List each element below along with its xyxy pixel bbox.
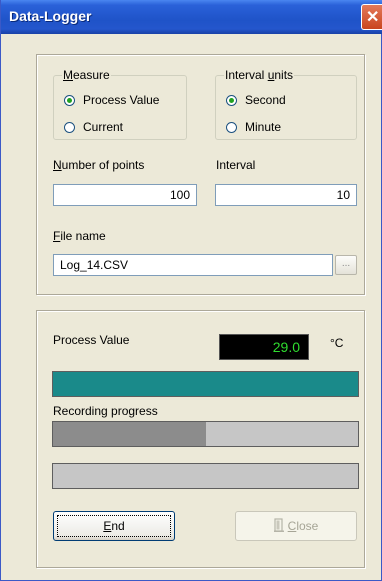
radio-process-value[interactable]: Process Value <box>64 92 159 108</box>
file-name-input[interactable]: Log_14.CSV <box>53 254 333 276</box>
radio-process-value-label: Process Value <box>83 93 160 107</box>
interval-units-legend: Interval units <box>224 68 295 82</box>
radio-current-dot[interactable] <box>64 121 75 133</box>
measure-legend: Measure <box>62 68 111 82</box>
radio-second[interactable]: Second <box>226 92 286 108</box>
interval-input[interactable]: 10 <box>215 184 357 206</box>
number-of-points-input[interactable]: 100 <box>53 184 197 206</box>
process-value-display: 29.0 <box>219 334 309 360</box>
number-of-points-label: Number of points <box>53 158 145 172</box>
door-exit-icon <box>273 514 284 532</box>
file-name-label: File name <box>53 229 106 243</box>
process-value-bar-fill <box>53 372 358 396</box>
process-value-unit: °C <box>330 336 344 350</box>
process-value-bar <box>52 371 359 397</box>
radio-minute-dot[interactable] <box>226 121 237 133</box>
end-button[interactable]: End <box>53 511 175 541</box>
radio-current[interactable]: Current <box>64 119 123 135</box>
recording-progress-label: Recording progress <box>53 404 158 418</box>
close-window-button[interactable]: ✕ <box>361 4 382 30</box>
radio-minute[interactable]: Minute <box>226 119 281 135</box>
process-value-label: Process Value <box>53 333 130 347</box>
secondary-progress-bar <box>52 463 359 489</box>
radio-second-label: Second <box>245 93 286 107</box>
browse-button[interactable]: ... <box>335 255 357 275</box>
title-bar[interactable]: Data-Logger ✕ <box>1 0 382 34</box>
radio-second-dot[interactable] <box>226 94 237 106</box>
recording-progress-bar <box>52 421 359 447</box>
close-icon: ✕ <box>366 9 380 26</box>
window-title: Data-Logger <box>9 8 92 24</box>
interval-label: Interval <box>216 158 256 172</box>
radio-process-value-dot[interactable] <box>64 94 75 106</box>
radio-current-label: Current <box>83 120 124 134</box>
recording-progress-fill <box>53 422 206 446</box>
close-button[interactable]: Close <box>235 511 357 541</box>
radio-minute-label: Minute <box>245 120 282 134</box>
data-logger-window: Data-Logger ✕ Measure Process Value Curr… <box>0 0 382 581</box>
